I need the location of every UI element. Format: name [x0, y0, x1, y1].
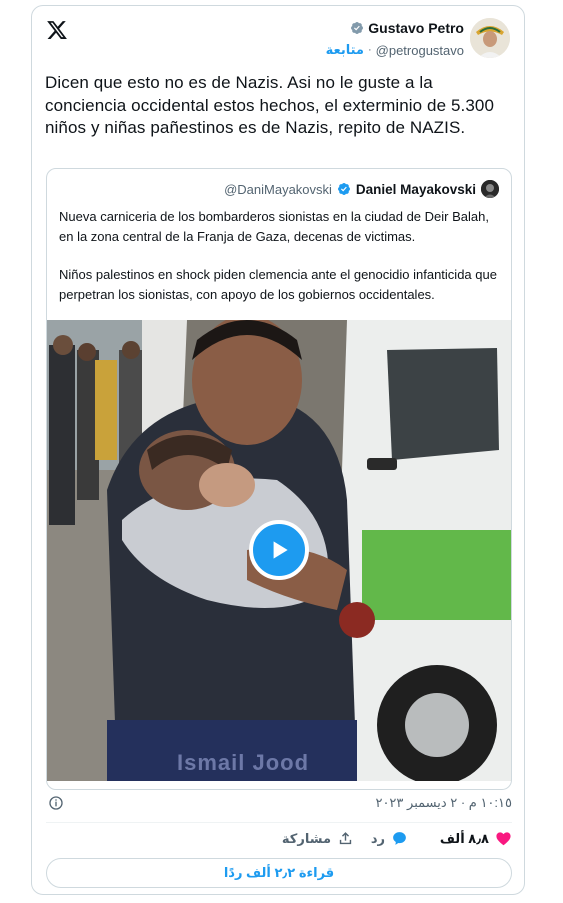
- like-button[interactable]: ٨٫٨ ألف: [440, 830, 512, 847]
- actions-divider: [46, 822, 512, 823]
- author-handle-row: متابعة · @petrogustavo: [326, 40, 464, 60]
- quoted-tweet[interactable]: @DaniMayakovski Daniel Mayakovski Nueva …: [46, 168, 512, 790]
- x-logo-icon[interactable]: [46, 19, 68, 41]
- tweet-meta: ١٠:١٥ م · ٢ ديسمبر ٢٠٢٣: [46, 792, 512, 814]
- quoted-display-name: Daniel Mayakovski: [355, 181, 476, 197]
- tweet-actions: ٨٫٨ ألف رد مشاركة: [46, 828, 512, 854]
- author-handle[interactable]: @petrogustavo: [376, 43, 464, 58]
- tweet-text: Dicen que esto no es de Nazis. Asi no le…: [45, 73, 495, 137]
- heart-icon: [496, 832, 511, 846]
- tweet-timestamp[interactable]: ١٠:١٥ م · ٢ ديسمبر ٢٠٢٣: [375, 795, 512, 811]
- share-label: مشاركة: [281, 830, 331, 846]
- tweet-embed-card: Gustavo Petro متابعة · @petrogustavo Dic…: [31, 5, 525, 895]
- quoted-handle: @DaniMayakovski: [224, 181, 332, 197]
- reply-button[interactable]: رد: [371, 830, 408, 847]
- read-replies-button[interactable]: قراءة ٢٫٢ ألف ردًا: [46, 858, 512, 888]
- quoted-text: Nueva carniceria de los bombarderos sion…: [59, 207, 504, 304]
- follow-link[interactable]: متابعة: [326, 42, 364, 58]
- reply-bubble-icon: [393, 832, 406, 845]
- author-display-name[interactable]: Gustavo Petro: [368, 20, 464, 36]
- verified-badge-icon: [337, 183, 350, 195]
- author-block[interactable]: Gustavo Petro متابعة · @petrogustavo: [326, 18, 510, 64]
- author-names: Gustavo Petro متابعة · @petrogustavo: [326, 18, 464, 60]
- verified-badge-icon: [351, 22, 364, 34]
- play-button[interactable]: [249, 520, 309, 580]
- reply-label: رد: [370, 830, 385, 846]
- share-upload-icon: [339, 832, 352, 845]
- share-button[interactable]: مشاركة: [282, 830, 354, 847]
- info-icon[interactable]: [48, 795, 64, 811]
- author-avatar[interactable]: [470, 18, 510, 58]
- video-watermark: Ismail Jood: [177, 750, 310, 775]
- author-name-row[interactable]: Gustavo Petro: [350, 18, 464, 38]
- play-icon: [273, 541, 288, 559]
- video-media[interactable]: Ismail Jood: [47, 320, 511, 781]
- quoted-paragraph-2: Niños palestinos en shock piden clemenci…: [59, 267, 497, 302]
- separator-dot: ·: [367, 44, 372, 56]
- quoted-author[interactable]: @DaniMayakovski Daniel Mayakovski: [224, 179, 499, 199]
- like-count: ٨٫٨ ألف: [439, 830, 489, 846]
- quoted-paragraph-1: Nueva carniceria de los bombarderos sion…: [59, 209, 489, 244]
- quoted-avatar: [481, 180, 499, 198]
